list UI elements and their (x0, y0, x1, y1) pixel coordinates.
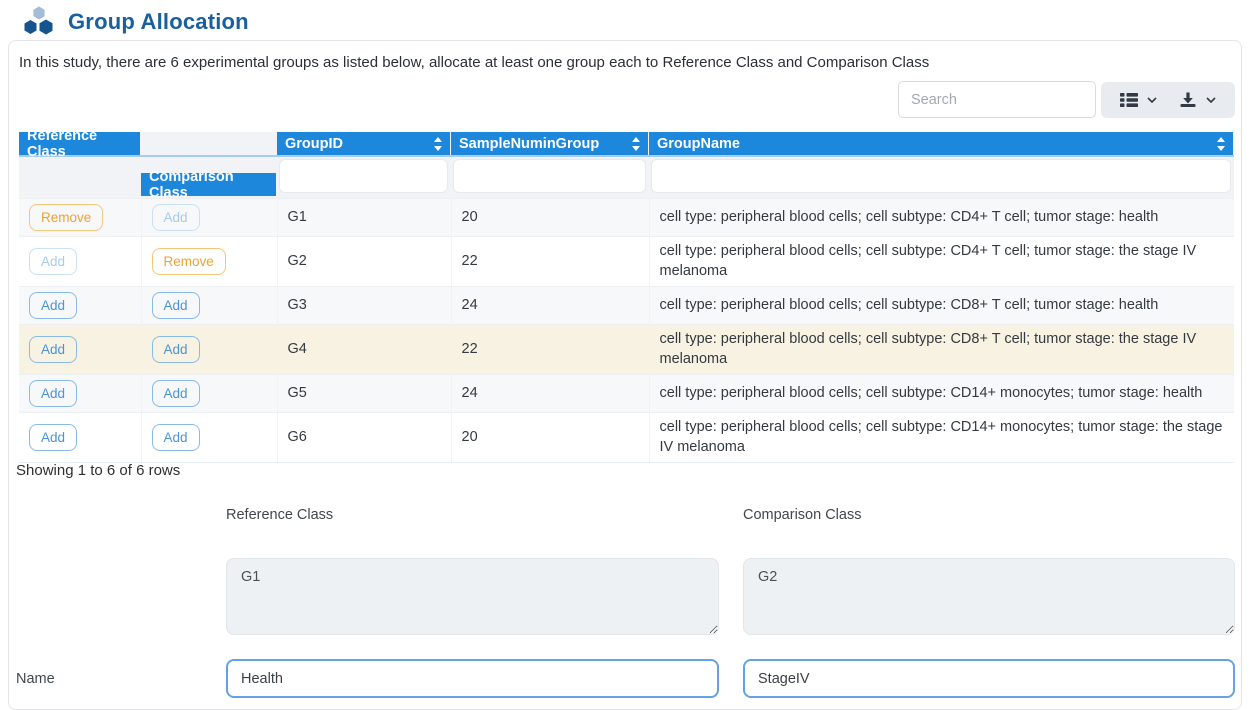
reference-class-header: Reference Class (19, 132, 140, 155)
group-id-cell: G5 (277, 375, 451, 413)
reference-name-input[interactable] (226, 659, 719, 698)
sample-num-cell: 22 (451, 325, 649, 375)
group-id-cell: G3 (277, 287, 451, 325)
samplenum-header[interactable]: SampleNuminGroup (451, 132, 648, 155)
pagination-summary: Showing 1 to 6 of 6 rows (16, 462, 180, 479)
table-row: Remove Add G120cell type: peripheral blood… (19, 199, 1234, 237)
groupname-header[interactable]: GroupName (649, 132, 1233, 155)
table-row: Add Add G422cell type: peripheral blood ce… (19, 325, 1234, 375)
reference-remove-button[interactable]: Remove (29, 204, 103, 231)
table-row: Add Add G620cell type: peripheral blood ce… (19, 413, 1234, 463)
group-name-cell: cell type: peripheral blood cells; cell … (649, 199, 1234, 237)
groupid-filter-input[interactable] (279, 159, 448, 193)
reference-add-button[interactable]: Add (29, 336, 77, 363)
chevron-down-icon (1206, 97, 1216, 103)
groupid-header[interactable]: GroupID (277, 132, 450, 155)
comparison-add-button[interactable]: Add (152, 380, 200, 407)
reference-class-form-label: Reference Class (226, 507, 333, 523)
group-name-cell: cell type: peripheral blood cells; cell … (649, 287, 1234, 325)
sample-num-cell: 22 (451, 237, 649, 287)
comparison-name-input[interactable] (743, 659, 1235, 698)
group-id-cell: G6 (277, 413, 451, 463)
reference-add-button[interactable]: Add (29, 248, 77, 275)
group-id-cell: G1 (277, 199, 451, 237)
app-logo-hexagons-icon (22, 6, 56, 38)
th-list-icon (1120, 92, 1138, 108)
table-header-row-bottom: Comparison Class (19, 156, 1234, 199)
reference-add-button[interactable]: Add (29, 380, 77, 407)
comparison-add-button[interactable]: Add (152, 204, 200, 231)
comparison-class-form-label: Comparison Class (743, 507, 861, 523)
reference-add-button[interactable]: Add (29, 292, 77, 319)
sample-num-cell: 24 (451, 375, 649, 413)
group-id-cell: G4 (277, 325, 451, 375)
sample-num-cell: 20 (451, 413, 649, 463)
page-title: Group Allocation (68, 9, 249, 35)
table-header-row-top: Reference Class GroupID SampleNuminGroup… (19, 132, 1234, 156)
sample-num-cell: 24 (451, 287, 649, 325)
download-icon (1179, 92, 1197, 108)
table-row: Add Add G324cell type: peripheral blood ce… (19, 287, 1234, 325)
sort-icon[interactable] (632, 137, 640, 151)
reference-class-textarea[interactable]: G1 (226, 558, 719, 635)
app-header: Group Allocation (0, 0, 1250, 38)
name-label: Name (16, 671, 55, 687)
group-id-cell: G2 (277, 237, 451, 287)
group-name-cell: cell type: peripheral blood cells; cell … (649, 375, 1234, 413)
group-name-cell: cell type: peripheral blood cells; cell … (649, 413, 1234, 463)
comparison-remove-button[interactable]: Remove (152, 248, 226, 275)
comparison-add-button[interactable]: Add (152, 424, 200, 451)
comparison-add-button[interactable]: Add (152, 292, 200, 319)
study-description: In this study, there are 6 experimental … (19, 54, 929, 71)
comparison-add-button[interactable]: Add (152, 336, 200, 363)
sort-icon[interactable] (1217, 137, 1225, 151)
comparison-class-header: Comparison Class (141, 173, 276, 196)
table-toolbar-button-group (1101, 82, 1235, 118)
sort-icon[interactable] (434, 137, 442, 151)
group-name-cell: cell type: peripheral blood cells; cell … (649, 237, 1234, 287)
sample-num-cell: 20 (451, 199, 649, 237)
export-dropdown-button[interactable] (1168, 82, 1227, 118)
comparison-class-textarea[interactable]: G2 (743, 558, 1235, 635)
table-row: Add Remove G222cell type: peripheral blood… (19, 237, 1234, 287)
groupname-filter-input[interactable] (651, 159, 1231, 193)
group-name-cell: cell type: peripheral blood cells; cell … (649, 325, 1234, 375)
samplenum-filter-input[interactable] (453, 159, 646, 193)
reference-add-button[interactable]: Add (29, 424, 77, 451)
search-input[interactable] (898, 81, 1096, 118)
table-row: Add Add G524cell type: peripheral blood ce… (19, 375, 1234, 413)
content-card: In this study, there are 6 experimental … (8, 40, 1242, 710)
groups-table: Reference Class GroupID SampleNuminGroup… (19, 132, 1234, 463)
chevron-down-icon (1147, 97, 1157, 103)
columns-dropdown-button[interactable] (1109, 82, 1168, 118)
